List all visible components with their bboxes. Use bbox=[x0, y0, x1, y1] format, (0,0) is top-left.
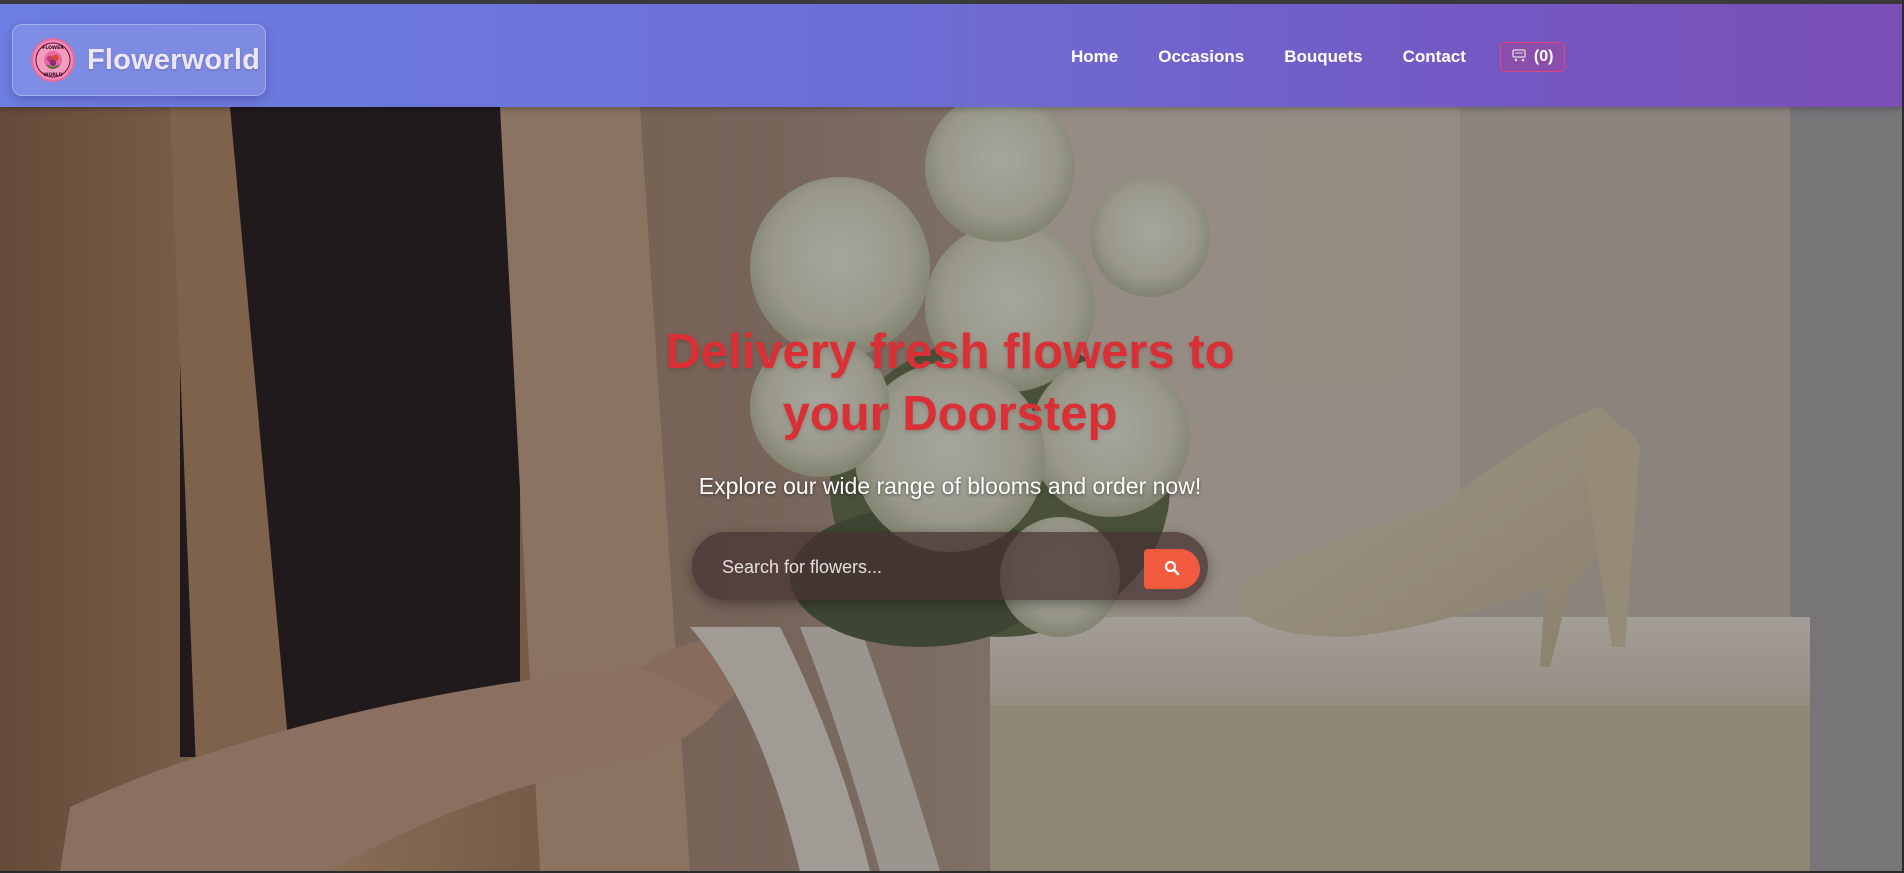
cart-count: (0) bbox=[1533, 48, 1554, 65]
cart-button[interactable]: (0) bbox=[1499, 42, 1566, 72]
logo-text-top: FLOWER bbox=[42, 45, 64, 51]
search-button[interactable] bbox=[1144, 549, 1200, 589]
nav-contact[interactable]: Contact bbox=[1403, 39, 1466, 75]
main-nav: Home Occasions Bouquets Contact (0) bbox=[1071, 39, 1566, 75]
search-icon bbox=[1164, 560, 1180, 579]
cart-icon bbox=[1512, 48, 1534, 67]
flower-logo-icon: FLOWER WORLD bbox=[31, 38, 75, 82]
browser-viewport: FLOWER WORLD Flowerworld Home Occasions … bbox=[0, 0, 1904, 873]
hero-section: Delivery fresh flowers to your Doorstep … bbox=[0, 107, 1902, 871]
brand-name: Flowerworld bbox=[87, 43, 260, 76]
nav-occasions[interactable]: Occasions bbox=[1158, 39, 1244, 75]
logo-text-bottom: WORLD bbox=[43, 72, 62, 78]
hero-subtitle: Explore our wide range of blooms and ord… bbox=[698, 473, 1202, 499]
navbar: FLOWER WORLD Flowerworld Home Occasions … bbox=[0, 4, 1902, 107]
nav-home[interactable]: Home bbox=[1071, 39, 1118, 75]
search-bar bbox=[692, 532, 1208, 600]
nav-bouquets[interactable]: Bouquets bbox=[1284, 39, 1362, 75]
search-input[interactable] bbox=[720, 550, 1124, 584]
hero-title: Delivery fresh flowers to your Doorstep bbox=[665, 325, 1235, 441]
page: FLOWER WORLD Flowerworld Home Occasions … bbox=[0, 4, 1902, 871]
brand-home-link[interactable]: FLOWER WORLD Flowerworld bbox=[12, 24, 266, 96]
